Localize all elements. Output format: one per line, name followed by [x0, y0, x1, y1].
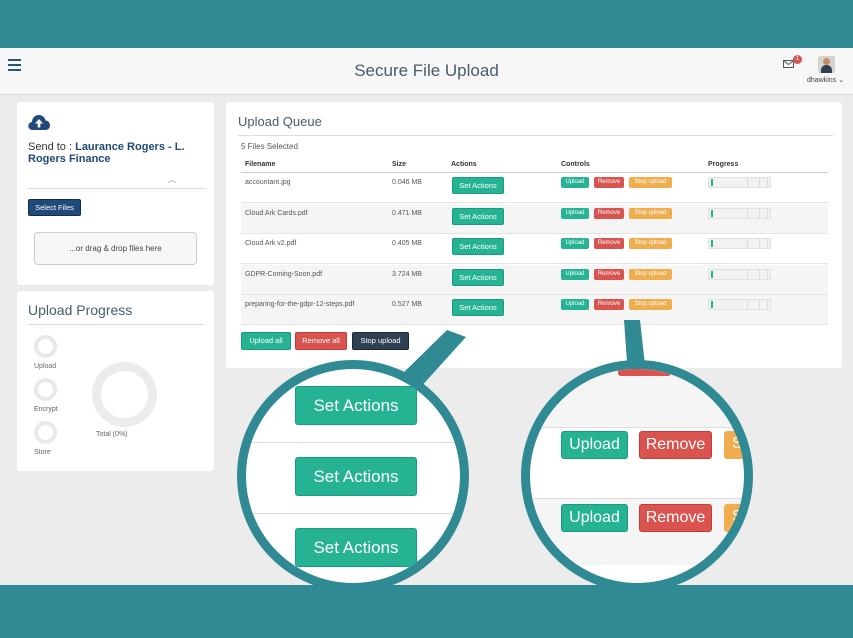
- set-actions-button-zoomed: Set Actions: [295, 457, 417, 496]
- upload-button-zoomed: Upload: [561, 504, 628, 532]
- set-actions-button-zoomed: Set Actions: [295, 528, 417, 567]
- set-actions-button-zoomed: Set Actions: [295, 386, 417, 425]
- upload-button-zoomed: Upload: [561, 431, 628, 459]
- magnifier-left: Set Actions Set Actions Set Actions: [237, 360, 469, 592]
- magnifier-overlay: Set Actions Set Actions Set Actions Uplo…: [0, 0, 853, 638]
- remove-button-zoomed: Remove: [639, 431, 712, 459]
- magnifier-right: Upload Remove S Upload Remove S: [521, 360, 753, 592]
- remove-button-zoomed: Remove: [639, 504, 712, 532]
